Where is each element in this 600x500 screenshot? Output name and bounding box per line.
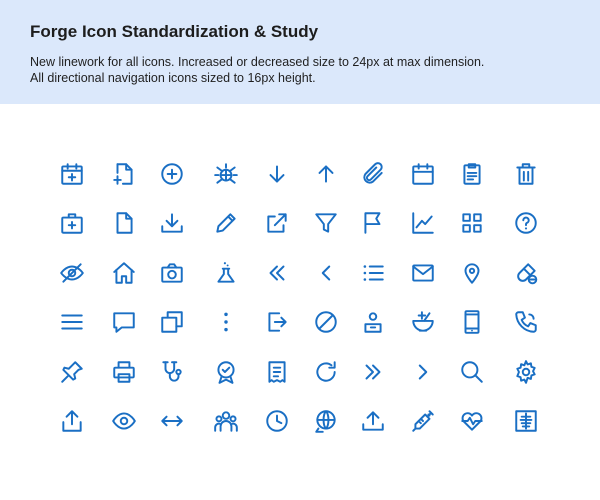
page-title: Forge Icon Standardization & Study bbox=[30, 22, 319, 41]
block-icon bbox=[310, 306, 342, 338]
header-banner: Forge Icon Standardization & Study New l… bbox=[0, 0, 600, 104]
mail-icon bbox=[407, 257, 439, 289]
trash-icon bbox=[510, 158, 542, 190]
eye-off-icon bbox=[56, 257, 88, 289]
phone-icon bbox=[510, 306, 542, 338]
grid-icon bbox=[456, 207, 488, 239]
team-icon bbox=[210, 405, 242, 437]
chevrons-left-icon bbox=[261, 257, 293, 289]
upload-tray-icon bbox=[357, 405, 389, 437]
flag-icon bbox=[357, 207, 389, 239]
refresh-icon bbox=[310, 356, 342, 388]
arrows-left-right-icon bbox=[156, 405, 188, 437]
pill-icon bbox=[510, 257, 542, 289]
camera-icon bbox=[156, 257, 188, 289]
icon-grid bbox=[48, 158, 558, 454]
bug-icon bbox=[210, 158, 242, 190]
icon-row bbox=[48, 158, 558, 207]
award-icon bbox=[210, 356, 242, 388]
settings-gear-icon bbox=[510, 356, 542, 388]
medical-kit-icon bbox=[56, 207, 88, 239]
paperclip-icon bbox=[357, 158, 389, 190]
calendar-icon bbox=[407, 158, 439, 190]
home-icon bbox=[108, 257, 140, 289]
search-icon bbox=[456, 356, 488, 388]
global-chat-icon bbox=[310, 405, 342, 437]
chevrons-right-icon bbox=[357, 356, 389, 388]
chevron-left-icon bbox=[310, 257, 342, 289]
mortar-pestle-icon bbox=[407, 306, 439, 338]
icon-row bbox=[48, 306, 558, 355]
syringe-icon bbox=[407, 405, 439, 437]
file-icon bbox=[108, 207, 140, 239]
pin-icon bbox=[56, 356, 88, 388]
chevron-right-icon bbox=[407, 356, 439, 388]
mobile-phone-icon bbox=[456, 306, 488, 338]
location-pin-icon bbox=[456, 257, 488, 289]
heart-pulse-icon bbox=[456, 405, 488, 437]
list-icon bbox=[357, 257, 389, 289]
plus-circle-icon bbox=[156, 158, 188, 190]
copy-icon bbox=[156, 306, 188, 338]
stethoscope-icon bbox=[156, 356, 188, 388]
line-chart-icon bbox=[407, 207, 439, 239]
share-upload-icon bbox=[56, 405, 88, 437]
description-line-1: New linework for all icons. Increased or… bbox=[30, 55, 485, 69]
description-line-2: All directional navigation icons sized t… bbox=[30, 71, 316, 85]
file-add-icon bbox=[108, 158, 140, 190]
external-link-icon bbox=[261, 207, 293, 239]
pencil-icon bbox=[210, 207, 242, 239]
eye-icon bbox=[108, 405, 140, 437]
sign-out-icon bbox=[261, 306, 293, 338]
xray-icon bbox=[510, 405, 542, 437]
clipboard-icon bbox=[456, 158, 488, 190]
arrow-up-icon bbox=[310, 158, 342, 190]
icon-row bbox=[48, 356, 558, 405]
chat-bubble-icon bbox=[108, 306, 140, 338]
icon-row bbox=[48, 257, 558, 306]
icon-row bbox=[48, 207, 558, 256]
printer-icon bbox=[108, 356, 140, 388]
menu-icon bbox=[56, 306, 88, 338]
icon-row bbox=[48, 405, 558, 454]
user-badge-icon bbox=[357, 306, 389, 338]
more-vertical-icon bbox=[210, 306, 242, 338]
flask-icon bbox=[210, 257, 242, 289]
calendar-add-icon bbox=[56, 158, 88, 190]
receipt-icon bbox=[261, 356, 293, 388]
clock-icon bbox=[261, 405, 293, 437]
arrow-down-icon bbox=[261, 158, 293, 190]
download-tray-icon bbox=[156, 207, 188, 239]
filter-icon bbox=[310, 207, 342, 239]
help-circle-icon bbox=[510, 207, 542, 239]
